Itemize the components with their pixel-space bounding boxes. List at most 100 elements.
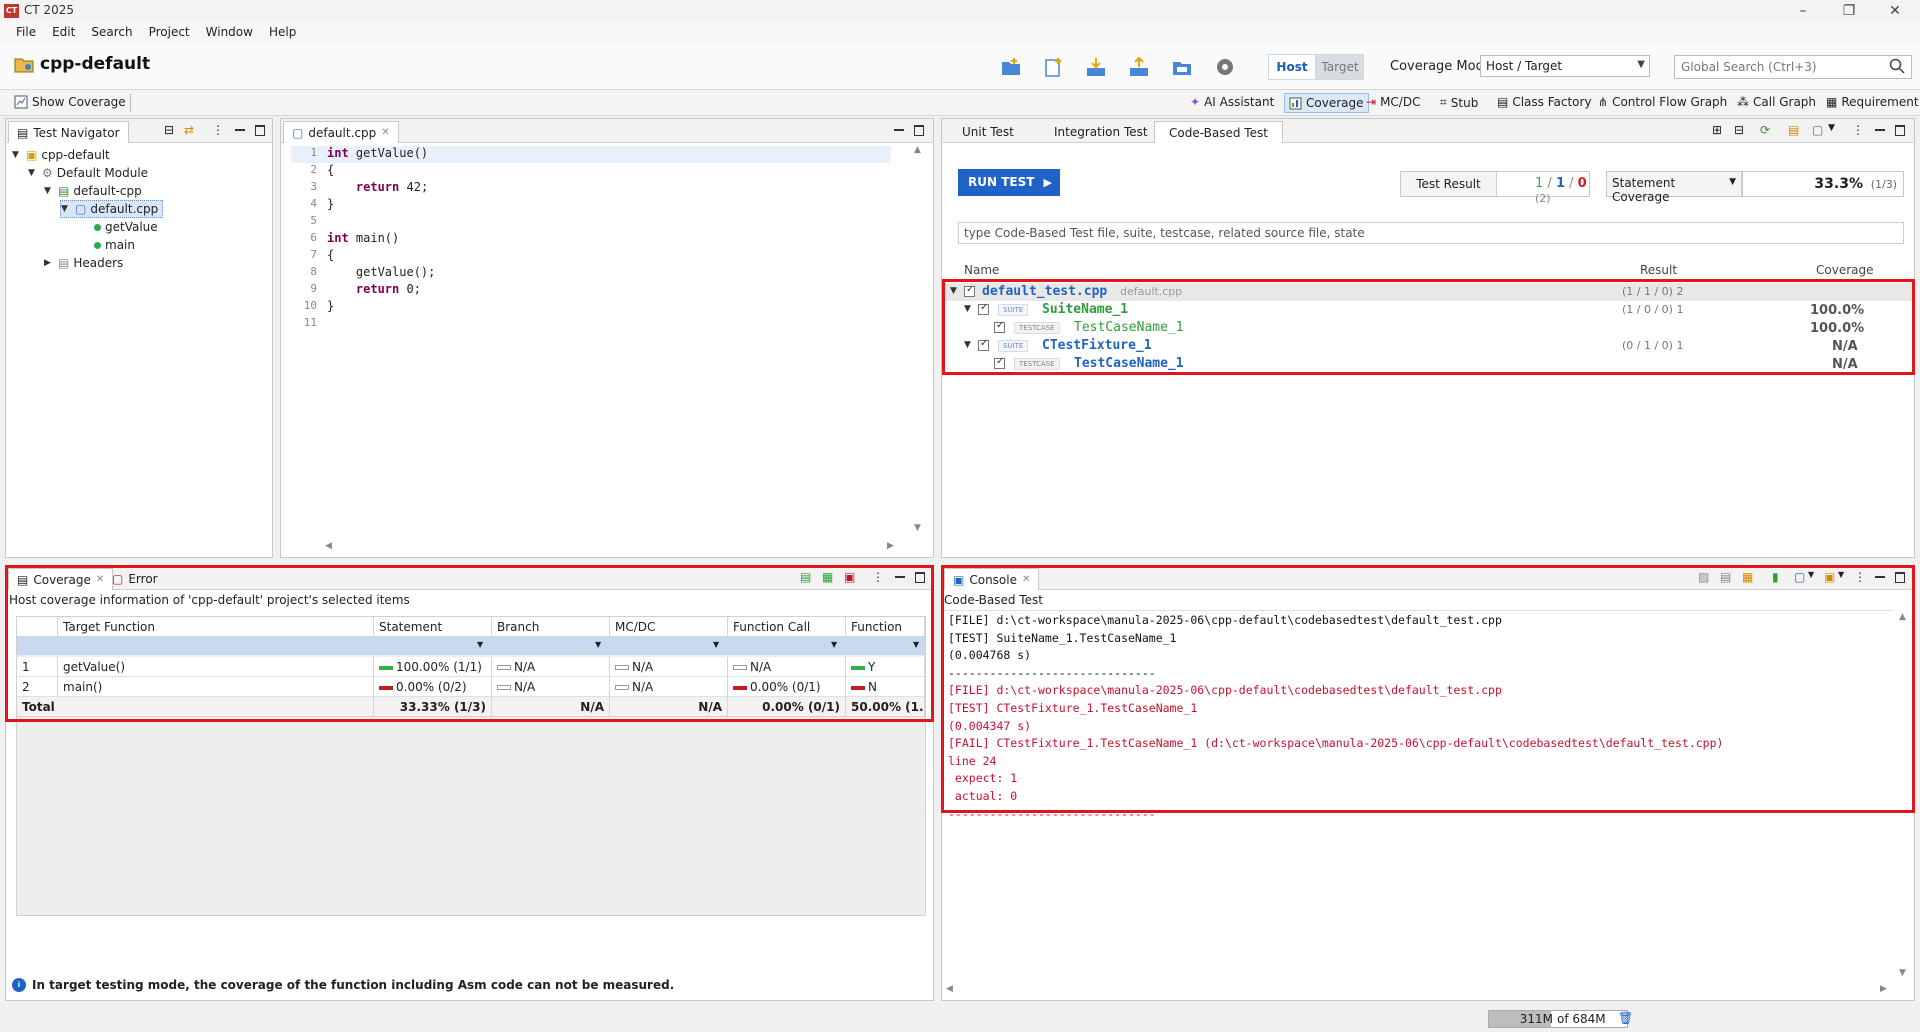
export-report-icon[interactable]: ▢ — [1812, 123, 1823, 137]
coverage-type-select[interactable]: Statement Coverage ▼ — [1606, 171, 1742, 204]
code-line[interactable]: 9 return 0; — [291, 282, 421, 299]
host-toggle[interactable]: Host — [1268, 54, 1316, 80]
tree-item-module[interactable]: ▼ ⚙ Default Module — [28, 164, 148, 182]
result-row-suite[interactable]: ▼ SUITE CTestFixture_1 (0 / 1 / 0) 1 N/A — [942, 337, 1914, 355]
tab-default-cpp[interactable]: ▢ default.cpp ✕ — [283, 121, 399, 143]
new-file-icon[interactable] — [1042, 56, 1064, 78]
chevron-down-icon[interactable]: ▼ — [1838, 570, 1844, 579]
tree-item-headers[interactable]: ▶ ▤ Headers — [44, 254, 123, 272]
minimize-button[interactable]: – — [1780, 1, 1826, 21]
filter-chevron-icon[interactable]: ▼ — [477, 640, 483, 649]
tab-integration-test[interactable]: Integration Test — [1046, 121, 1156, 143]
tree-item-source-file[interactable]: ▼ ▢ default.cpp — [60, 200, 164, 218]
tab-test-navigator[interactable]: ▤ Test Navigator — [8, 121, 129, 143]
tree-item-function[interactable]: getValue — [94, 218, 158, 236]
menu-project[interactable]: Project — [141, 22, 198, 44]
link-editor-icon[interactable]: ⇄ — [184, 123, 194, 137]
tree-item-function[interactable]: main — [94, 236, 135, 254]
menu-edit[interactable]: Edit — [44, 22, 83, 44]
table-view-icon[interactable]: ▦ — [822, 570, 833, 584]
code-line[interactable]: 10} — [291, 299, 334, 316]
open-folder-icon[interactable] — [1171, 56, 1193, 78]
tab-code-based-test[interactable]: Code-Based Test — [1154, 121, 1283, 143]
result-row-testcase[interactable]: TESTCASE TestCaseName_1 N/A — [942, 355, 1914, 373]
run-test-button[interactable]: RUN TEST ▶ — [958, 169, 1060, 196]
test-filter-input[interactable]: type Code-Based Test file, suite, testca… — [958, 222, 1904, 244]
restore-button[interactable]: ❐ — [1826, 1, 1872, 21]
chevron-down-icon[interactable]: ▼ — [964, 340, 974, 350]
global-search-input[interactable]: Global Search (Ctrl+3) — [1674, 55, 1912, 79]
control-flow-graph-button[interactable]: ⋔ Control Flow Graph — [1598, 95, 1727, 109]
pin-console-icon[interactable]: ▮ — [1772, 570, 1779, 584]
row-checkbox[interactable] — [978, 302, 989, 315]
column-mcdc[interactable]: MC/DC — [610, 617, 728, 637]
tree-item-folder[interactable]: ▼ ▤ default-cpp — [44, 182, 142, 200]
scroll-lock-icon[interactable]: ▤ — [1720, 570, 1731, 584]
garbage-collect-icon[interactable]: 🗑 — [1618, 1011, 1633, 1025]
table-row[interactable]: 1 getValue() 100.00% (1/1) N/A N/A N/A Y — [17, 657, 925, 677]
minimize-panel-icon[interactable] — [1874, 571, 1886, 583]
table-row[interactable]: 2 main() 0.00% (0/2) N/A N/A 0.00% (0/1)… — [17, 677, 925, 697]
column-function-call[interactable]: Function Call — [728, 617, 846, 637]
settings-gear-icon[interactable] — [1214, 56, 1236, 78]
target-toggle[interactable]: Target — [1316, 54, 1364, 80]
console-vertical-scrollbar[interactable]: ▲ ▼ — [1896, 610, 1912, 980]
tab-coverage[interactable]: ▤ Coverage ✕ — [8, 568, 114, 590]
code-line[interactable]: 5 — [291, 214, 327, 231]
minimize-panel-icon[interactable] — [894, 571, 906, 583]
minimize-panel-icon[interactable] — [1874, 124, 1886, 136]
column-function[interactable]: Function — [846, 617, 925, 637]
collapse-all-icon[interactable]: ⊟ — [1734, 123, 1744, 137]
view-menu-icon[interactable]: ⋮ — [1852, 123, 1864, 137]
maximize-panel-icon[interactable] — [254, 124, 266, 136]
requirement-button[interactable]: ▦ Requirement — [1826, 95, 1919, 109]
word-wrap-icon[interactable]: ▦ — [1742, 570, 1753, 584]
filter-chevron-icon[interactable]: ▼ — [595, 640, 601, 649]
column-statement[interactable]: Statement — [374, 617, 492, 637]
scroll-right-icon[interactable]: ▶ — [887, 541, 894, 551]
scroll-left-icon[interactable]: ◀ — [946, 984, 953, 994]
result-row-testcase[interactable]: TESTCASE TestCaseName_1 100.0% — [942, 319, 1914, 337]
maximize-panel-icon[interactable] — [914, 571, 926, 583]
scroll-down-icon[interactable]: ▼ — [1899, 968, 1906, 978]
close-button[interactable]: ✕ — [1872, 1, 1918, 21]
code-line[interactable]: 4} — [291, 197, 334, 214]
generate-icon[interactable]: ▤ — [1788, 123, 1799, 137]
close-tab-icon[interactable]: ✕ — [96, 574, 104, 585]
close-tab-icon[interactable]: ✕ — [381, 127, 389, 138]
row-checkbox[interactable] — [994, 320, 1005, 333]
refresh-icon[interactable]: ⟳ — [1760, 123, 1770, 137]
maximize-panel-icon[interactable] — [913, 124, 925, 136]
minimize-panel-icon[interactable] — [893, 124, 905, 136]
scroll-right-icon[interactable]: ▶ — [1880, 984, 1887, 994]
scroll-left-icon[interactable]: ◀ — [325, 541, 332, 551]
result-row-suite[interactable]: ▼ SUITE SuiteName_1 (1 / 0 / 0) 1 100.0% — [942, 301, 1914, 319]
view-menu-icon[interactable]: ⋮ — [1854, 570, 1866, 584]
menu-search[interactable]: Search — [83, 22, 140, 44]
export-csv-icon[interactable]: ▤ — [800, 570, 811, 584]
collapse-all-icon[interactable]: ⊟ — [164, 123, 174, 137]
result-row-file[interactable]: ▼ default_test.cpp default.cpp (1 / 1 / … — [942, 283, 1914, 301]
row-checkbox[interactable] — [994, 356, 1005, 369]
column-branch[interactable]: Branch — [492, 617, 610, 637]
row-checkbox[interactable] — [964, 284, 975, 297]
menu-file[interactable]: File — [8, 22, 44, 44]
console-horizontal-scrollbar[interactable]: ◀ ▶ — [944, 984, 1894, 996]
expand-all-icon[interactable]: ⊞ — [1712, 123, 1722, 137]
coverage-mode-select[interactable]: Host / Target ▼ — [1480, 55, 1650, 77]
filter-chevron-icon[interactable]: ▼ — [913, 640, 919, 649]
console-output[interactable]: [FILE] d:\ct-workspace\manula-2025-06\cp… — [942, 610, 1894, 970]
scroll-down-icon[interactable]: ▼ — [914, 523, 921, 533]
column-target-function[interactable]: Target Function — [58, 617, 374, 637]
view-menu-icon[interactable]: ⋮ — [212, 123, 224, 137]
code-line[interactable]: 7{ — [291, 248, 334, 265]
horizontal-scrollbar[interactable]: ◀ ▶ — [291, 541, 901, 553]
call-graph-button[interactable]: ⁂ Call Graph — [1737, 95, 1816, 109]
show-coverage-button[interactable]: Show Coverage — [14, 95, 126, 109]
tab-error[interactable]: ▢ Error — [104, 568, 166, 590]
maximize-panel-icon[interactable] — [1894, 124, 1906, 136]
tab-unit-test[interactable]: Unit Test — [954, 121, 1022, 143]
import-icon[interactable] — [1085, 56, 1107, 78]
row-checkbox[interactable] — [978, 338, 989, 351]
clear-coverage-icon[interactable]: ▣ — [844, 570, 855, 584]
